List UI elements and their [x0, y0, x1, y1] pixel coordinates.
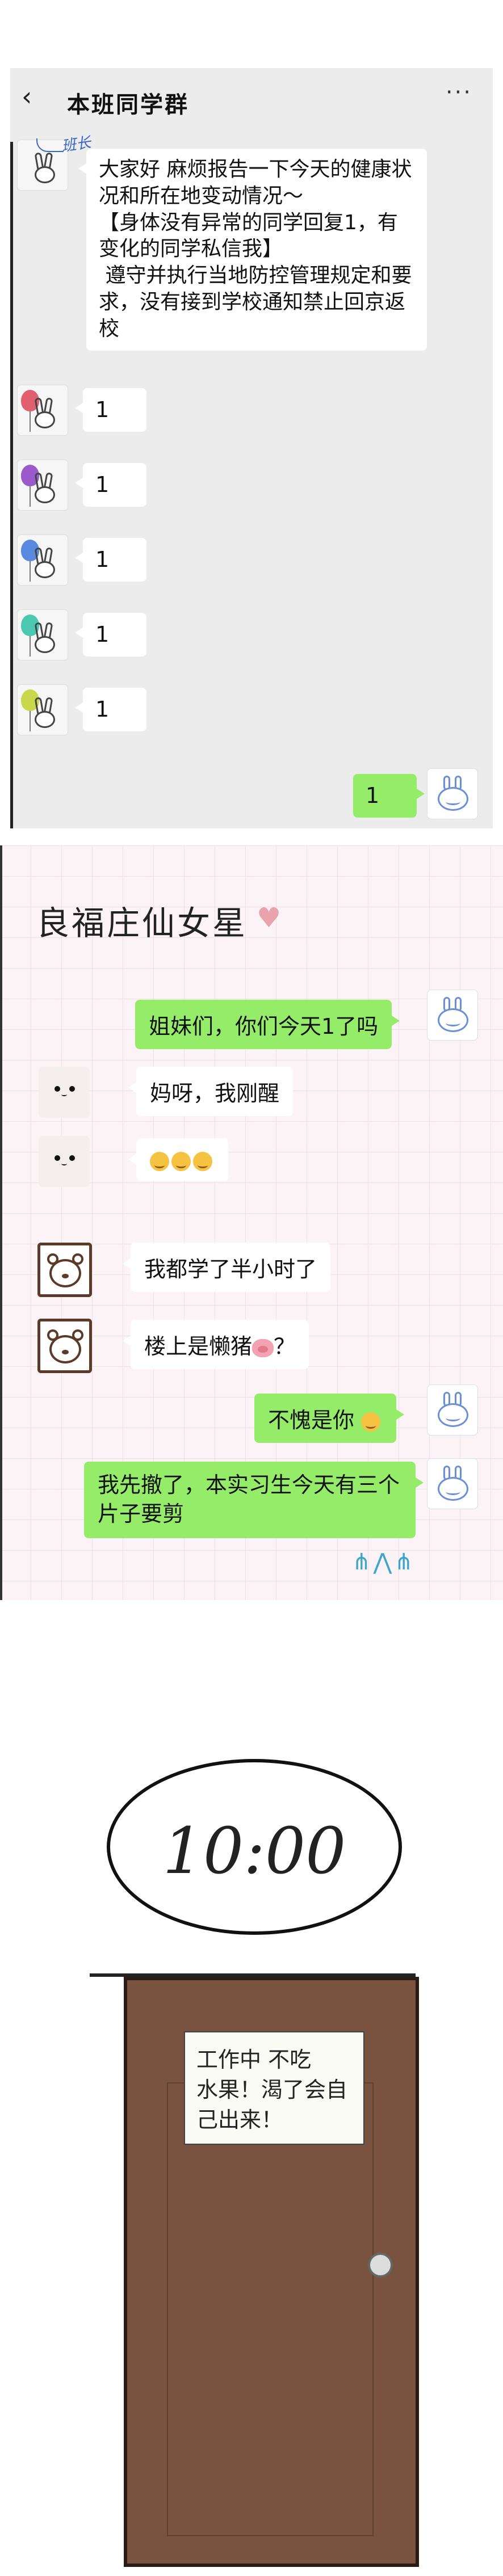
closed-door[interactable]: 工作中 不吃 水果！渴了会自 己出来！	[124, 1977, 419, 2567]
friend-avatar[interactable]	[39, 1067, 90, 1118]
reply-bubble[interactable]: 1	[75, 538, 146, 582]
clock-time: 10:00	[162, 1815, 346, 1888]
group-title: 本班同学群	[67, 91, 189, 118]
reply-bubble[interactable]: 1	[75, 463, 146, 507]
group-title: 良福庄仙女星	[36, 904, 248, 942]
heart-icon: ♥	[257, 902, 282, 934]
dancing-doodle: ⋔⋀⋔	[352, 1549, 416, 1575]
door-knob[interactable]	[368, 2253, 393, 2278]
pig-emoji-icon	[252, 1338, 274, 1357]
friend-avatar[interactable]	[39, 1136, 90, 1187]
message-bubble[interactable]: 妈呀，我刚醒	[128, 1067, 294, 1116]
more-options-icon[interactable]: ···	[446, 79, 472, 106]
classmate-avatar[interactable]	[17, 609, 68, 660]
bear-avatar[interactable]	[37, 1243, 92, 1297]
bear-avatar[interactable]	[37, 1319, 92, 1373]
message-bubble[interactable]: 姐妹们，你们今天1了吗	[135, 1000, 400, 1049]
my-avatar[interactable]	[427, 768, 478, 819]
note-line: 工作中 不吃	[196, 2047, 312, 2072]
note-line: 己出来！	[196, 2107, 283, 2133]
announcement-message[interactable]: 大家好 麻烦报告一下今天的健康状况和所在地变动情况～ 【身体没有异常的同学回复1…	[78, 149, 427, 351]
grin-emoji-icon	[171, 1151, 191, 1171]
reply-bubble[interactable]: 1	[75, 388, 146, 432]
my-avatar[interactable]	[427, 1458, 478, 1509]
classmate-avatar[interactable]	[17, 684, 68, 735]
back-icon[interactable]: ‹	[22, 83, 44, 110]
panel-border	[0, 845, 2, 1600]
grin-emoji-icon	[361, 1412, 381, 1432]
clock-oval: 10:00	[107, 1759, 402, 1935]
emoji-message-bubble[interactable]	[128, 1138, 228, 1181]
classmate-avatar[interactable]	[17, 385, 68, 436]
my-avatar[interactable]	[427, 1384, 478, 1436]
reply-bubble[interactable]: 1	[75, 688, 146, 732]
reply-bubble[interactable]: 1	[75, 613, 146, 657]
message-bubble[interactable]: 我都学了半小时了	[122, 1243, 331, 1292]
message-bubble[interactable]: 不愧是你	[254, 1394, 405, 1443]
chat-header: ‹ 本班同学群 ···	[10, 68, 493, 142]
grin-emoji-icon	[193, 1151, 212, 1171]
grin-emoji-icon	[150, 1151, 169, 1171]
message-text: 不愧是你	[268, 1408, 355, 1433]
door-panel	[167, 2082, 374, 2536]
classmate-avatar[interactable]	[17, 534, 68, 586]
classmate-avatar[interactable]	[17, 460, 68, 511]
message-suffix: ？	[274, 1334, 296, 1359]
message-text: 楼上是懒猪	[144, 1334, 253, 1359]
girls-group-chat-panel: 良福庄仙女星 ♥ 姐妹们，你们今天1了吗 妈呀，我刚醒 我都学了半小时了 楼上是…	[0, 845, 503, 1600]
my-reply-bubble[interactable]: 1	[353, 774, 425, 818]
note-line: 水果！渴了会自	[196, 2077, 348, 2103]
door-note: 工作中 不吃 水果！渴了会自 己出来！	[184, 2031, 364, 2145]
message-bubble[interactable]: 我先撤了，本实习生今天有三个片子要剪	[84, 1462, 424, 1538]
class-group-chat-panel: ‹ 本班同学群 ··· 班长 大家好 麻烦报告一下今天的健康状况和所在地变动情况…	[0, 0, 503, 828]
message-bubble[interactable]: 楼上是懒猪 ？	[122, 1320, 309, 1369]
my-avatar[interactable]	[427, 990, 478, 1041]
